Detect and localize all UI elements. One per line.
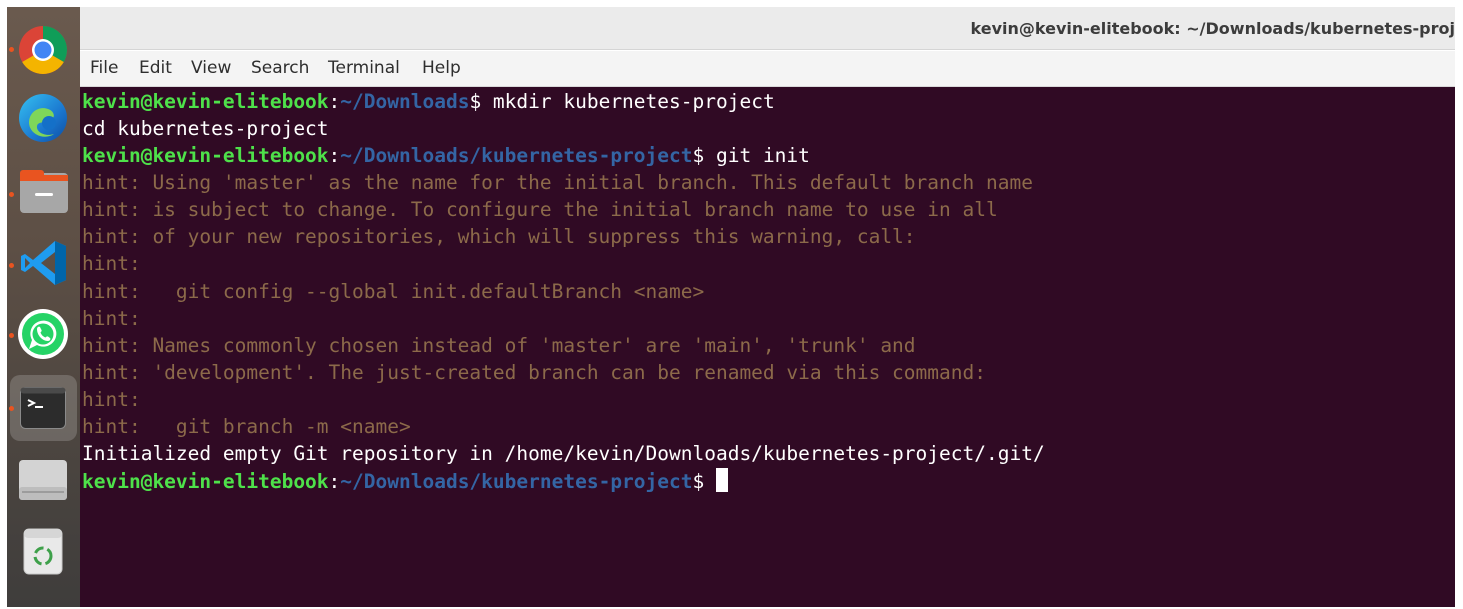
dock-item-edge[interactable] (7, 89, 80, 151)
text-cursor (716, 468, 729, 492)
dock-item-terminal[interactable] (7, 375, 80, 441)
terminal-line-hint: hint: (82, 388, 141, 411)
menu-view[interactable]: View (191, 58, 231, 78)
terminal-line-prompt: kevin@kevin-elitebook:~/Downloads$ mkdir… (82, 90, 775, 113)
terminal-line-hint: hint: 'development'. The just-created br… (82, 361, 986, 384)
terminal-window: kevin@kevin-elitebook: ~/Downloads/kuber… (80, 7, 1455, 607)
terminal-output[interactable]: kevin@kevin-elitebook:~/Downloads$ mkdir… (80, 87, 1455, 607)
running-indicator (9, 47, 14, 52)
menu-help[interactable]: Help (422, 58, 461, 78)
terminal-line-output: Initialized empty Git repository in /hom… (82, 442, 1045, 465)
terminal-line-prompt: kevin@kevin-elitebook:~/Downloads/kubern… (82, 144, 810, 167)
terminal-line-hint: hint: Names commonly chosen instead of '… (82, 334, 916, 357)
chrome-icon (19, 25, 67, 74)
window-title: kevin@kevin-elitebook: ~/Downloads/kuber… (970, 19, 1455, 38)
vscode-icon (21, 241, 66, 285)
dock-item-chrome[interactable] (7, 19, 80, 81)
menu-terminal[interactable]: Terminal (328, 58, 400, 78)
running-indicator (9, 333, 14, 338)
trash-icon (23, 528, 63, 575)
terminal-line-hint: hint: (82, 252, 141, 275)
folder-icon (20, 170, 68, 213)
menu-file[interactable]: File (90, 58, 118, 78)
dock-item-whatsapp[interactable] (7, 305, 80, 367)
edge-icon (19, 94, 67, 142)
dock-item-vscode[interactable] (7, 235, 80, 297)
menu-bar: File Edit View Search Terminal Help (80, 51, 1455, 87)
running-indicator (9, 192, 14, 197)
menu-edit[interactable]: Edit (139, 58, 172, 78)
running-indicator (9, 263, 14, 268)
whatsapp-icon (18, 309, 68, 359)
terminal-line-hint: hint: (82, 307, 141, 330)
dock-item-drive[interactable] (7, 454, 80, 516)
menu-search[interactable]: Search (251, 58, 309, 78)
dock-item-files[interactable] (7, 164, 80, 226)
dock (7, 7, 80, 607)
terminal-line-hint: hint: of your new repositories, which wi… (82, 225, 916, 248)
dock-item-trash[interactable] (7, 523, 80, 585)
terminal-line-prompt: kevin@kevin-elitebook:~/Downloads/kubern… (82, 468, 729, 495)
terminal-line-output: cd kubernetes-project (82, 117, 329, 140)
terminal-line-hint: hint: is subject to change. To configure… (82, 198, 998, 221)
terminal-icon (20, 387, 66, 429)
terminal-line-hint: hint: git config --global init.defaultBr… (82, 280, 705, 303)
terminal-line-hint: hint: Using 'master' as the name for the… (82, 171, 1033, 194)
drive-icon (19, 460, 67, 500)
title-bar[interactable]: kevin@kevin-elitebook: ~/Downloads/kuber… (80, 7, 1455, 50)
terminal-line-hint: hint: git branch -m <name> (82, 415, 411, 438)
running-indicator (9, 406, 14, 411)
